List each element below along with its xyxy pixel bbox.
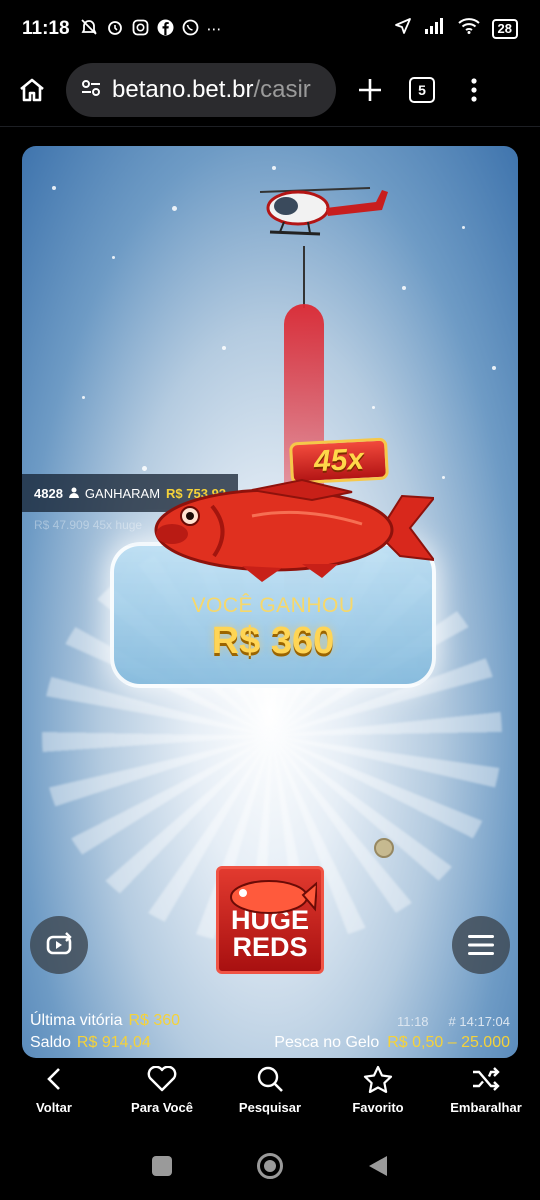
nav-label: Embaralhar <box>450 1100 522 1115</box>
snow-particle <box>172 206 177 211</box>
signal-icon <box>424 18 446 40</box>
nav-item-embaralhar[interactable]: Embaralhar <box>436 1064 536 1128</box>
snow-particle <box>462 226 465 229</box>
snow-particle <box>82 396 85 399</box>
bet-range: R$ 0,50 – 25.000 <box>387 1034 510 1051</box>
triangle-back-icon <box>368 1155 387 1176</box>
facebook-icon <box>157 19 174 40</box>
snow-particle <box>222 346 226 350</box>
star-icon <box>363 1064 393 1094</box>
helicopter-cable <box>303 246 305 308</box>
game-clock: 11:18 <box>396 1014 429 1029</box>
nav-item-voltar[interactable]: Voltar <box>4 1064 104 1128</box>
plus-icon <box>359 79 381 101</box>
home-icon <box>20 78 44 102</box>
shuffle-icon <box>471 1064 501 1094</box>
back-system-button[interactable] <box>367 1154 389 1183</box>
snow-particle <box>402 286 406 290</box>
site-settings-icon[interactable] <box>80 77 102 104</box>
red-fish-icon <box>154 478 434 582</box>
notification-icons: ⋯ <box>80 18 222 40</box>
alarm-icon <box>106 18 124 40</box>
snow-particle <box>492 366 496 370</box>
nav-item-favorito[interactable]: Favorito <box>328 1064 428 1128</box>
helicopter-icon <box>259 187 388 236</box>
mute-icon <box>80 18 98 40</box>
tabs-count: 5 <box>409 77 435 103</box>
browser-toolbar: betano.bet.br/casir 5 <box>0 58 540 122</box>
circle-home-icon <box>256 1152 283 1179</box>
hamburger-menu-icon <box>468 935 494 955</box>
snow-particle <box>52 186 56 190</box>
autoplay-button[interactable] <box>30 916 88 974</box>
snow-particle <box>112 256 115 259</box>
url-host: betano.bet.br <box>112 76 254 103</box>
replay-icon <box>46 932 72 955</box>
winners-label: GANHARAM <box>84 485 161 501</box>
snow-particle <box>442 476 445 479</box>
last-win-value: R$ 360 <box>128 1012 181 1029</box>
recent-apps-button[interactable] <box>151 1155 173 1182</box>
home-system-button[interactable] <box>256 1152 284 1185</box>
status-bar: 11:18 ⋯ 28 <box>0 0 540 58</box>
game-name: Pesca no Gelo <box>274 1034 380 1051</box>
tab-switcher-button[interactable]: 5 <box>404 72 440 108</box>
nav-item-para-voce[interactable]: Para Você <box>112 1064 212 1128</box>
balance-label: Saldo <box>30 1034 71 1051</box>
game-canvas[interactable]: 4828 GANHARAM R$ 753.92 R$ 47.909 45x hu… <box>22 146 518 1058</box>
more-notifications-icon: ⋯ <box>206 21 222 38</box>
snow-particle <box>142 466 147 471</box>
status-time: 11:18 <box>22 18 70 39</box>
game-info-footer: Última vitória R$ 360 Saldo R$ 914,04 11… <box>22 1008 518 1058</box>
url-path: /casir <box>253 76 311 103</box>
win-label: VOCÊ GANHOU <box>191 594 355 617</box>
round-meta: 11:18 # 14:17:04 <box>397 1014 510 1029</box>
logo-line-2: REDS <box>232 932 308 962</box>
game-menu-button[interactable] <box>452 916 510 974</box>
nav-label: Favorito <box>352 1100 404 1115</box>
snow-particle <box>372 406 375 409</box>
round-id: # 14:17:04 <box>448 1014 510 1029</box>
battery-indicator: 28 <box>491 19 518 39</box>
square-icon <box>152 1155 173 1176</box>
win-amount: R$ 360 <box>211 620 335 662</box>
system-status-icons: 28 <box>394 17 518 41</box>
last-win-label: Última vitória <box>30 1012 123 1029</box>
instagram-icon <box>132 19 149 40</box>
huge-reds-logo: HUGE REDS <box>216 866 324 974</box>
nav-label: Para Você <box>131 1100 193 1115</box>
kebab-menu-icon <box>471 78 477 102</box>
whatsapp-icon <box>182 19 199 40</box>
balance-row: Saldo R$ 914,04 <box>30 1034 151 1052</box>
system-navigation <box>0 1140 540 1196</box>
heart-icon <box>147 1064 177 1094</box>
toolbar-divider <box>0 126 540 127</box>
url-text: betano.bet.br/casir <box>112 76 311 104</box>
nav-item-pesquisar[interactable]: Pesquisar <box>220 1064 320 1128</box>
chevron-left-icon <box>46 1064 62 1094</box>
location-icon <box>394 17 412 41</box>
wifi-icon <box>457 18 480 40</box>
logo-fish-icon <box>230 880 317 914</box>
user-icon <box>68 486 79 501</box>
winners-count: 4828 <box>34 485 63 501</box>
new-tab-button[interactable] <box>352 72 388 108</box>
browser-menu-button[interactable] <box>456 72 492 108</box>
bottom-navigation: Voltar Para Você Pesquisar Favorito Emba… <box>0 1064 540 1128</box>
last-win-row: Última vitória R$ 360 <box>30 1012 180 1030</box>
game-name-row: Pesca no Gelo R$ 0,50 – 25.000 <box>274 1034 510 1052</box>
search-icon <box>256 1064 284 1094</box>
coin-icon <box>374 838 394 858</box>
previous-win-ghost: R$ 47.909 45x huge <box>34 518 143 532</box>
snow-particle <box>272 166 276 170</box>
address-bar[interactable]: betano.bet.br/casir <box>66 63 336 117</box>
balance-value: R$ 914,04 <box>76 1034 151 1051</box>
nav-label: Voltar <box>36 1100 72 1115</box>
nav-label: Pesquisar <box>238 1100 302 1115</box>
home-button[interactable] <box>14 72 50 108</box>
